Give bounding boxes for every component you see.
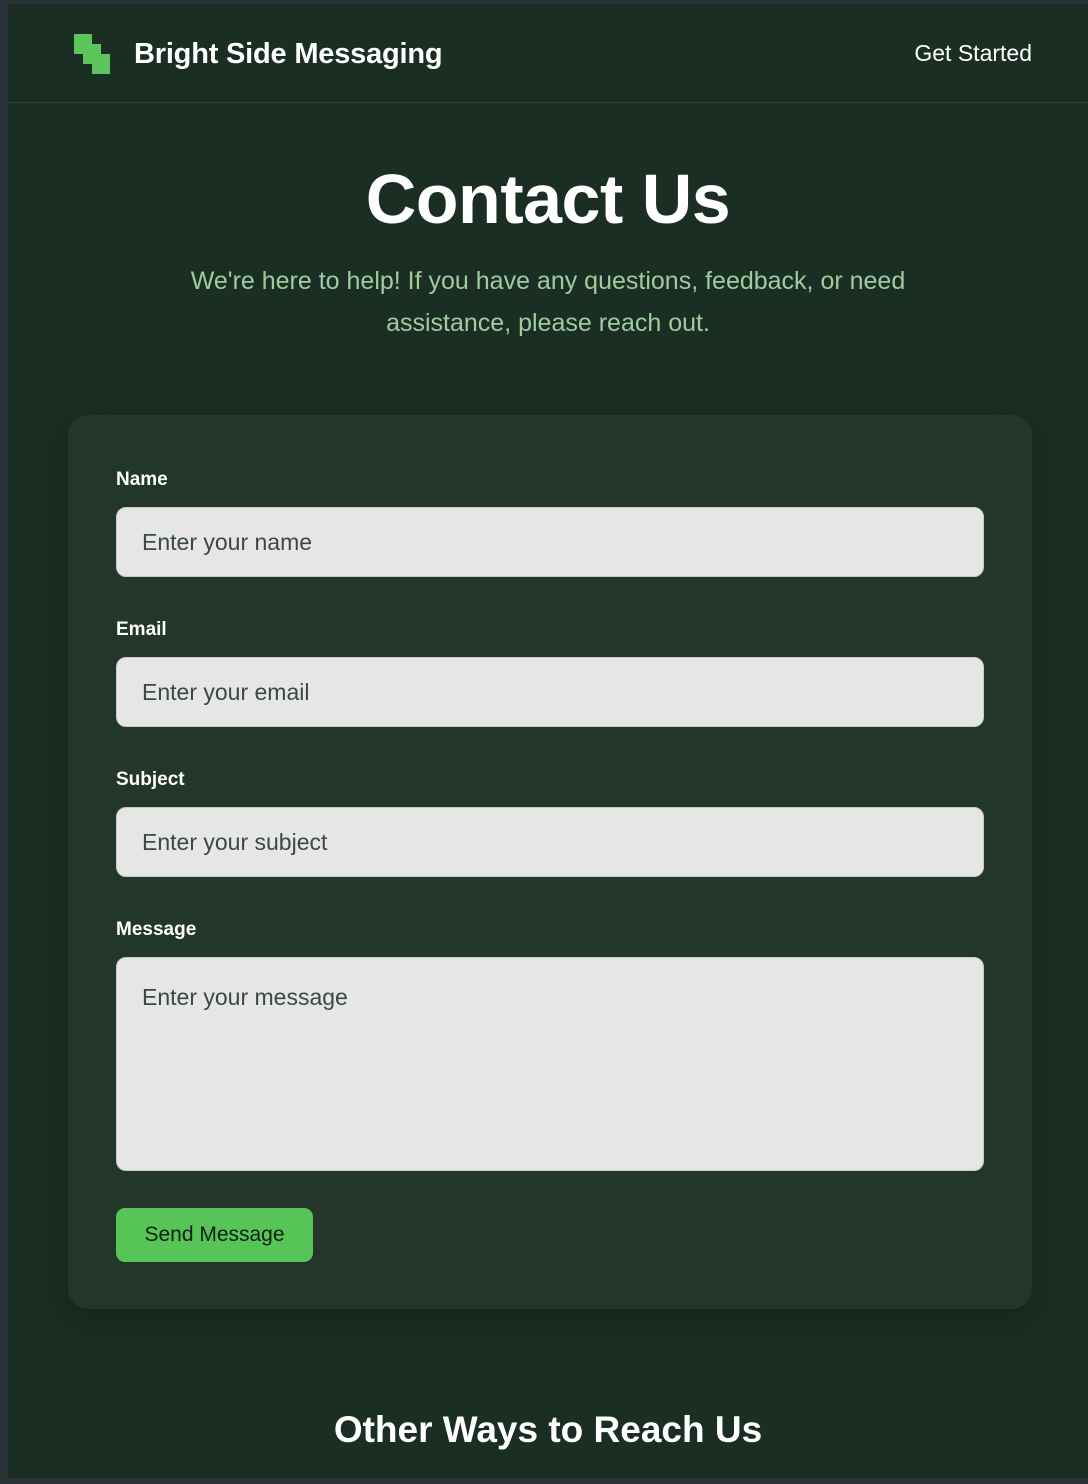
brand-name[interactable]: Bright Side Messaging <box>134 34 443 74</box>
contact-form: Name Email Subject Message Send Message <box>68 415 1032 1309</box>
get-started-link[interactable]: Get Started <box>914 36 1032 70</box>
page-window: Bright Side Messaging Get Started Contac… <box>8 4 1088 1478</box>
email-input[interactable] <box>116 657 984 727</box>
subject-input[interactable] <box>116 807 984 877</box>
subject-label: Subject <box>116 769 185 790</box>
name-label: Name <box>116 469 168 490</box>
name-input[interactable] <box>116 507 984 577</box>
page-title: Contact Us <box>365 160 731 238</box>
email-label: Email <box>116 619 167 640</box>
brand-logo-icon[interactable] <box>74 34 110 74</box>
page-subtitle: We're here to help! If you have any ques… <box>190 267 906 337</box>
other-ways-heading: Other Ways to Reach Us <box>333 1409 763 1450</box>
message-textarea[interactable] <box>116 957 984 1171</box>
send-message-button[interactable]: Send Message <box>116 1208 313 1262</box>
message-label: Message <box>116 919 197 940</box>
site-header: Bright Side Messaging Get Started <box>8 4 1088 103</box>
